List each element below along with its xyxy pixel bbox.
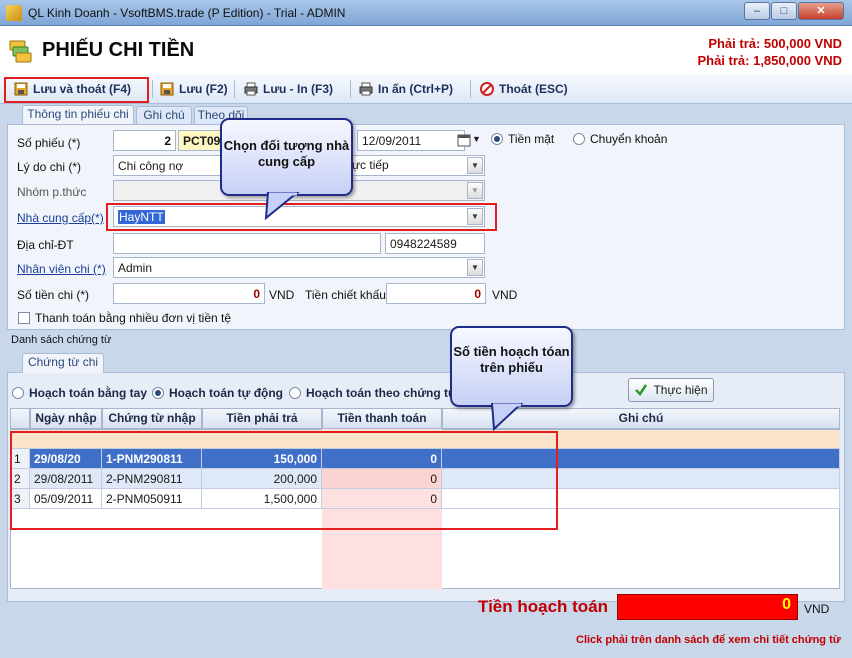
exit-button[interactable]: Thoát (ESC) — [480, 80, 568, 98]
total-currency: VND — [804, 602, 830, 616]
save-print-button[interactable]: Lưu - In (F3) — [244, 80, 333, 98]
payable-amount-2: Phải trả: 1,850,000 VND — [697, 53, 842, 68]
nhan-vien-label[interactable]: Nhân viên chi (*) — [17, 262, 106, 276]
printer-icon — [244, 82, 258, 96]
execute-button[interactable]: Thực hiện — [628, 378, 714, 402]
total-label: Tiền hoạch toán — [478, 597, 609, 616]
mode-manual-label: Hoạch toán bằng tay — [29, 386, 148, 400]
close-window-button[interactable]: ✕ — [798, 2, 844, 20]
page-title: PHIẾU CHI TIỀN — [42, 39, 195, 61]
exit-label: Thoát (ESC) — [499, 82, 568, 96]
nhan-vien-select[interactable]: Admin — [113, 257, 485, 278]
col-header-due[interactable]: Tiền phải trả — [202, 408, 322, 429]
tab-chung-tu-chi[interactable]: Chứng từ chi — [22, 353, 104, 373]
chevron-down-icon[interactable]: ▼ — [467, 259, 483, 276]
mode-by-doc-label: Hoạch toán theo chứng từ — [306, 386, 457, 400]
amount-callout: Số tiền hoạch tóan trên phiếu — [450, 326, 573, 407]
nhan-vien-value: Admin — [118, 261, 153, 275]
mode-auto-radio[interactable] — [152, 387, 164, 399]
print-label: In ấn (Ctrl+P) — [378, 82, 454, 96]
chiet-khau-field[interactable]: 0 — [386, 283, 486, 304]
col-header-doc[interactable]: Chứng từ nhập — [102, 408, 202, 429]
window-title: QL Kinh Doanh - VsoftBMS.trade (P Editio… — [28, 6, 346, 20]
chiet-khau-currency: VND — [492, 288, 518, 302]
grid-highlight — [10, 431, 558, 530]
toolbar-separator — [470, 80, 471, 98]
ly-do-value: Chi công nợ — [118, 159, 184, 173]
ly-do-value-2: ực tiếp — [352, 158, 389, 172]
printer-icon — [359, 82, 373, 96]
phone-field[interactable]: 0948224589 — [385, 233, 485, 254]
mode-manual-radio[interactable] — [12, 387, 24, 399]
execute-label: Thực hiện — [653, 383, 708, 397]
so-tien-currency: VND — [269, 288, 295, 302]
no-entry-icon — [480, 82, 494, 96]
nhom-label: Nhóm p.thức — [17, 185, 87, 199]
hint-text: Click phải trên danh sách để xem chi tiế… — [576, 634, 841, 646]
save-label: Lưu (F2) — [179, 82, 228, 96]
callout-pointer — [264, 192, 300, 220]
toolbar-separator — [152, 80, 153, 98]
chevron-down-icon[interactable]: ▼ — [467, 157, 483, 174]
chevron-down-icon[interactable]: ▼ — [467, 182, 483, 199]
save-print-label: Lưu - In (F3) — [263, 82, 334, 96]
calendar-icon[interactable] — [457, 133, 471, 147]
maximize-button[interactable]: □ — [771, 2, 797, 20]
section-label: Danh sách chứng từ — [11, 334, 112, 346]
tien-mat-radio[interactable] — [491, 133, 503, 145]
so-tien-field[interactable]: 0 — [113, 283, 265, 304]
toolbar-separator — [350, 80, 351, 98]
tab-thong-tin[interactable]: Thông tin phiếu chi — [22, 105, 134, 125]
payable-amount-1: Phải trả: 500,000 VND — [708, 36, 842, 51]
chevron-down-icon[interactable]: ▼ — [472, 134, 481, 144]
so-phieu-prefix-field[interactable]: PCT09 — [178, 130, 222, 151]
dia-chi-label: Địa chỉ-ĐT — [17, 238, 74, 252]
col-header-paid[interactable]: Tiền thanh toán — [322, 408, 442, 429]
toolbar-separator — [234, 80, 235, 98]
floppy-icon — [160, 82, 174, 96]
so-tien-label: Số tiền chi (*) — [17, 288, 90, 302]
minimize-button[interactable]: – — [744, 2, 770, 20]
callout-pointer — [490, 403, 524, 431]
app-icon — [6, 5, 22, 21]
multi-currency-label: Thanh toán bằng nhiều đơn vị tiền tệ — [35, 311, 232, 325]
mode-auto-label: Hoạch toán tự động — [169, 386, 284, 400]
save-button[interactable]: Lưu (F2) — [160, 80, 228, 98]
checkmark-icon — [635, 384, 648, 396]
ncc-label[interactable]: Nhà cung cấp(*) — [17, 211, 104, 225]
date-field[interactable]: 12/09/2011 — [357, 130, 465, 151]
total-value: 0 — [617, 594, 798, 620]
supplier-callout: Chọn đối tượng nhà cung cấp — [220, 118, 353, 196]
multi-currency-checkbox[interactable] — [18, 312, 30, 324]
ly-do-label: Lý do chi (*) — [17, 160, 82, 174]
col-header-date[interactable]: Ngày nhập — [30, 408, 102, 429]
money-icon — [9, 40, 32, 63]
tien-mat-label: Tiền mặt — [508, 132, 555, 146]
tab-ghi-chu[interactable]: Ghi chú — [136, 106, 192, 124]
save-exit-highlight — [4, 77, 149, 103]
so-phieu-number-field[interactable]: 2 — [113, 130, 176, 151]
mode-by-doc-radio[interactable] — [289, 387, 301, 399]
grid-header-index — [10, 408, 30, 429]
dia-chi-field[interactable] — [113, 233, 381, 254]
chuyen-khoan-label: Chuyển khoản — [590, 132, 668, 146]
so-phieu-label: Số phiếu (*) — [17, 136, 81, 150]
chuyen-khoan-radio[interactable] — [573, 133, 585, 145]
print-button[interactable]: In ấn (Ctrl+P) — [359, 80, 453, 98]
chiet-khau-label: Tiền chiết khấu — [305, 288, 386, 302]
